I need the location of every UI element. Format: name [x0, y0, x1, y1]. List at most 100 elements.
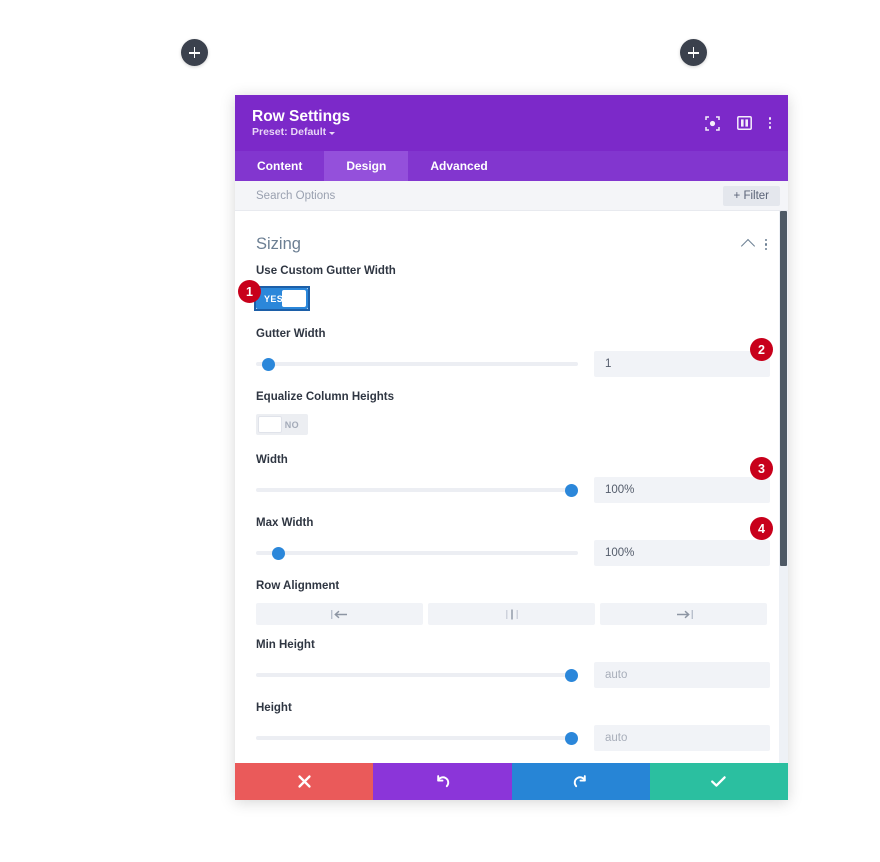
undo-button[interactable] [373, 763, 512, 800]
slider-track [256, 736, 578, 740]
field-label: Gutter Width [256, 328, 326, 340]
field-equalize-column-heights: Equalize Column Heights NO [256, 391, 767, 454]
field-row-alignment: Row Alignment [256, 580, 767, 639]
plus-icon [688, 47, 699, 58]
scrollbar-thumb[interactable] [780, 211, 787, 566]
align-right-button[interactable] [600, 603, 767, 625]
slider-track [256, 362, 578, 366]
align-center-icon [505, 609, 518, 619]
settings-content: Sizing Use Custom Gutter Width YES Gutte… [235, 211, 788, 763]
modal-header: Row Settings Preset: Default [235, 95, 788, 151]
slider-track [256, 488, 578, 492]
max-width-input[interactable] [594, 540, 770, 566]
height-input[interactable] [594, 725, 770, 751]
slider-handle[interactable] [272, 546, 286, 560]
close-icon [297, 775, 311, 788]
chevron-down-icon [329, 132, 336, 136]
modal-footer [235, 763, 788, 800]
slider-track [256, 673, 578, 677]
field-label: Height [256, 702, 292, 714]
section-sizing-header: Sizing [256, 211, 767, 265]
search-bar: + Filter [235, 181, 788, 211]
callout-badge-4: 4 [750, 517, 773, 540]
slider-row [256, 662, 770, 688]
scrollbar-track[interactable] [779, 211, 788, 763]
align-center-button[interactable] [428, 603, 595, 625]
more-vertical-icon[interactable] [764, 238, 767, 251]
slider-handle[interactable] [262, 357, 276, 371]
gutter-width-input[interactable] [594, 351, 770, 377]
field-height: Height [256, 702, 770, 763]
slider-row [256, 477, 770, 503]
modal-tabs: Content Design Advanced [235, 151, 788, 181]
width-slider[interactable] [256, 480, 579, 500]
undo-icon [437, 775, 450, 788]
toggle-wrap: YES [254, 286, 310, 311]
field-width: Width [256, 454, 770, 517]
preset-selector[interactable]: Preset: Default [252, 125, 350, 139]
columns-icon[interactable] [736, 116, 752, 130]
field-min-height: Min Height [256, 639, 770, 702]
field-label: Min Height [256, 639, 315, 651]
row-alignment-group [256, 603, 767, 625]
field-label: Max Width [256, 517, 314, 529]
cancel-button[interactable] [235, 763, 374, 800]
tab-content[interactable]: Content [235, 151, 324, 181]
field-label: Use Custom Gutter Width [256, 265, 396, 277]
toggle-state-label: NO [284, 419, 299, 430]
redo-button[interactable] [511, 763, 650, 800]
min-height-slider[interactable] [256, 665, 579, 685]
modal-header-actions [704, 115, 771, 131]
more-dots [768, 117, 771, 129]
add-row-button-left[interactable] [181, 39, 208, 66]
max-width-slider[interactable] [256, 543, 578, 563]
callout-badge-3: 3 [750, 457, 773, 480]
toggle-state-label: YES [264, 293, 284, 304]
align-left-icon [330, 609, 347, 619]
field-gutter-width: Gutter Width [256, 328, 770, 391]
align-right-icon [676, 609, 693, 619]
toggle-knob [258, 416, 282, 433]
add-row-button-right[interactable] [680, 39, 707, 66]
height-slider[interactable] [256, 728, 579, 748]
save-button[interactable] [649, 763, 788, 800]
field-max-width: Max Width [256, 517, 770, 580]
more-vertical-icon[interactable] [768, 117, 771, 129]
filter-label: + Filter [733, 189, 769, 202]
focus-icon[interactable] [704, 115, 720, 131]
redo-icon [573, 775, 586, 788]
row-settings-modal: Row Settings Preset: Default Content Des… [235, 95, 788, 800]
field-label: Row Alignment [256, 580, 340, 592]
slider-handle[interactable] [565, 483, 579, 497]
width-input[interactable] [594, 477, 770, 503]
check-icon [711, 776, 727, 787]
toggle-knob [282, 290, 306, 307]
gutter-width-slider[interactable] [256, 354, 578, 374]
field-use-custom-gutter-width: Use Custom Gutter Width YES [254, 265, 767, 328]
use-custom-gutter-width-toggle[interactable]: YES [256, 288, 308, 309]
section-title: Sizing [256, 235, 301, 253]
slider-track [256, 551, 578, 555]
chevron-up-icon[interactable] [740, 238, 755, 254]
slider-row [256, 540, 770, 566]
modal-header-titles: Row Settings Preset: Default [252, 108, 350, 139]
plus-icon [189, 47, 200, 58]
slider-row [256, 351, 770, 377]
preset-label: Preset: Default [252, 125, 327, 138]
field-label: Width [256, 454, 288, 466]
settings-scroll-area: Sizing Use Custom Gutter Width YES Gutte… [235, 211, 788, 763]
min-height-input[interactable] [594, 662, 770, 688]
page-title: Row Settings [252, 107, 351, 125]
slider-handle[interactable] [565, 668, 579, 682]
equalize-column-heights-toggle[interactable]: NO [256, 414, 308, 435]
slider-handle[interactable] [565, 731, 579, 745]
toggle-wrap: NO [256, 414, 308, 435]
search-input[interactable] [256, 189, 556, 202]
callout-badge-2: 2 [750, 338, 773, 361]
slider-row [256, 725, 770, 751]
align-left-button[interactable] [256, 603, 423, 625]
callout-badge-1: 1 [238, 280, 261, 303]
tab-advanced[interactable]: Advanced [408, 151, 509, 181]
filter-button[interactable]: + Filter [722, 185, 780, 206]
tab-design[interactable]: Design [324, 151, 409, 181]
